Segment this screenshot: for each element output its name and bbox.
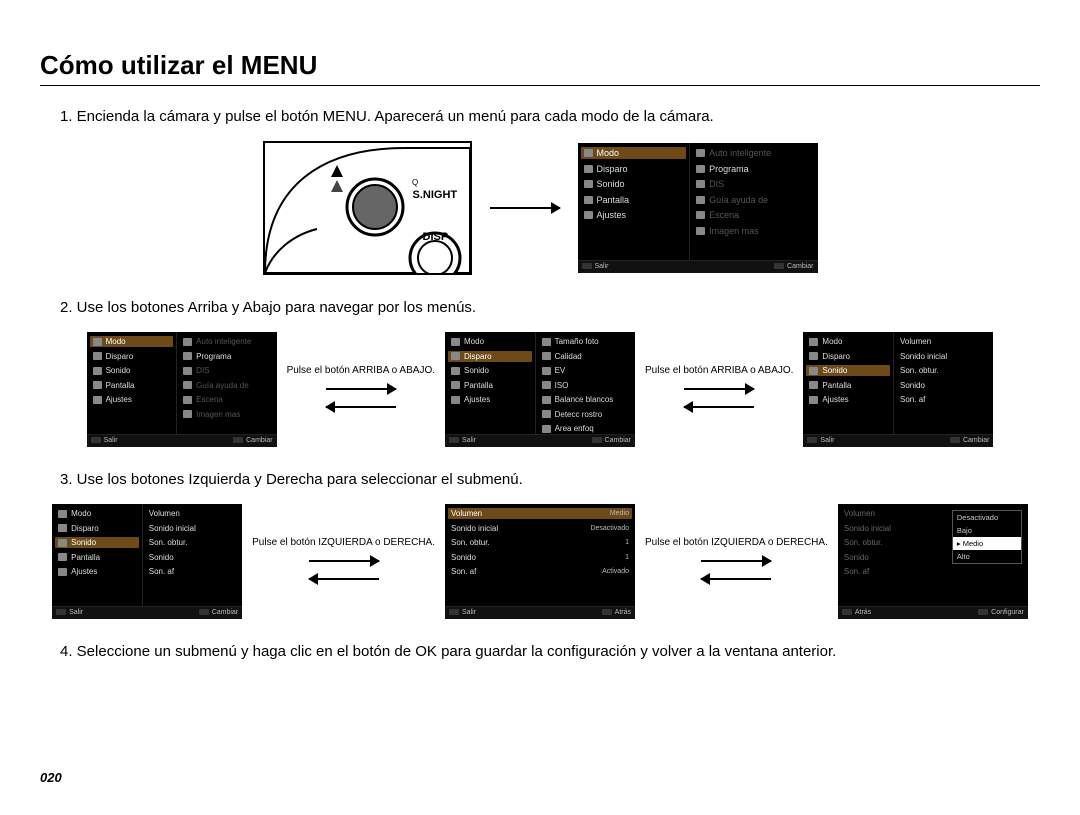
- submenu-dis: DIS: [693, 178, 814, 190]
- arrow-right-icon: [490, 201, 560, 215]
- title-rule: [40, 85, 1040, 86]
- step-3-figures: Modo Disparo Sonido Pantalla Ajustes Vol…: [40, 504, 1040, 619]
- camera-illustration: Q S.NIGHT DISP: [263, 141, 472, 275]
- book-icon: [696, 196, 705, 204]
- disp-label: DISP: [423, 231, 449, 243]
- step-2-text: 2. Use los botones Arriba y Abajo para n…: [60, 299, 1040, 316]
- menu-item-sonido: Sonido: [581, 178, 687, 190]
- menu-item-pantalla: Pantalla: [581, 194, 687, 206]
- page-title: Cómo utilizar el MENU: [40, 50, 1040, 81]
- arrow-updown-2: Pulse el botón ARRIBA o ABAJO.: [645, 365, 793, 414]
- step-1-text: 1. Encienda la cámara y pulse el botón M…: [60, 108, 1040, 125]
- menu-item-disparo: Disparo: [581, 163, 687, 175]
- arrow-step-1: [490, 201, 560, 215]
- arrow-left-icon: [701, 572, 771, 586]
- arrow-left-icon: [326, 400, 396, 414]
- menu-screen-s2a: Modo Disparo Sonido Pantalla Ajustes Aut…: [87, 332, 277, 447]
- submenu-imagen: Imagen mas: [693, 225, 814, 237]
- arrow-right-icon: [684, 382, 754, 396]
- arrow-label-updown: Pulse el botón ARRIBA o ABAJO.: [287, 365, 435, 378]
- camera-icon: [584, 165, 593, 173]
- camera-icon: [696, 165, 705, 173]
- arrow-right-icon: [326, 382, 396, 396]
- display-icon: [584, 196, 593, 204]
- menu-screen-s2b: Modo Disparo Sonido Pantalla Ajustes Tam…: [445, 332, 635, 447]
- footer-salir: Salir: [582, 263, 609, 270]
- footer-cambiar: Cambiar: [774, 263, 813, 270]
- page-number: 020: [40, 770, 62, 785]
- arrow-right-icon: [701, 554, 771, 568]
- menu-item-modo: Modo: [581, 147, 687, 159]
- menu-screen-s3a: Modo Disparo Sonido Pantalla Ajustes Vol…: [52, 504, 242, 619]
- step-4-text: 4. Seleccione un submenú y haga clic en …: [60, 643, 1040, 660]
- menu-item-ajustes: Ajustes: [581, 209, 687, 221]
- submenu-programa: Programa: [693, 163, 814, 175]
- arrow-updown-1: Pulse el botón ARRIBA o ABAJO.: [287, 365, 435, 414]
- frame-icon: [696, 227, 705, 235]
- step-1-figures: Q S.NIGHT DISP Modo Disparo Sonido Panta…: [40, 141, 1040, 275]
- mode-icon: [584, 149, 593, 157]
- menu-screen-modo: Modo Disparo Sonido Pantalla Ajustes Aut…: [578, 143, 818, 273]
- step-3-text: 3. Use los botones Izquierda y Derecha p…: [60, 471, 1040, 488]
- camera-icon: [696, 149, 705, 157]
- arrow-left-icon: [309, 572, 379, 586]
- step-2-figures: Modo Disparo Sonido Pantalla Ajustes Aut…: [40, 332, 1040, 447]
- arrow-lr-1: Pulse el botón IZQUIERDA o DERECHA.: [252, 537, 435, 586]
- opt-alto: Alto: [953, 550, 1021, 563]
- svg-text:Q: Q: [412, 178, 418, 187]
- manual-page: Cómo utilizar el MENU 1. Encienda la cám…: [0, 0, 1080, 815]
- speaker-icon: [584, 180, 593, 188]
- opt-bajo: Bajo: [953, 524, 1021, 537]
- hand-icon: [696, 180, 705, 188]
- sonido-volumen-row: VolumenMedio: [448, 508, 632, 519]
- arrow-right-icon: [309, 554, 379, 568]
- submenu-escena: Escena: [693, 209, 814, 221]
- snight-label: S.NIGHT: [413, 189, 458, 201]
- arrow-left-icon: [684, 400, 754, 414]
- volume-options-popup: Desactivado Bajo Medio Alto: [952, 510, 1022, 564]
- menu-footer: Salir Cambiar: [578, 260, 818, 273]
- submenu-guia: Guía ayuda de: [693, 194, 814, 206]
- opt-desactivado: Desactivado: [953, 511, 1021, 524]
- opt-medio: Medio: [953, 537, 1021, 550]
- menu-screen-s2c: Modo Disparo Sonido Pantalla Ajustes Vol…: [803, 332, 993, 447]
- menu-screen-s3c: Volumen Sonido inicial Son. obtur. Sonid…: [838, 504, 1028, 619]
- scene-icon: [696, 211, 705, 219]
- gear-icon: [584, 211, 593, 219]
- menu-screen-s3b: VolumenMedio Sonido inicialDesactivado S…: [445, 504, 635, 619]
- arrow-lr-2: Pulse el botón IZQUIERDA o DERECHA.: [645, 537, 828, 586]
- submenu-auto-int: Auto inteligente: [693, 147, 814, 159]
